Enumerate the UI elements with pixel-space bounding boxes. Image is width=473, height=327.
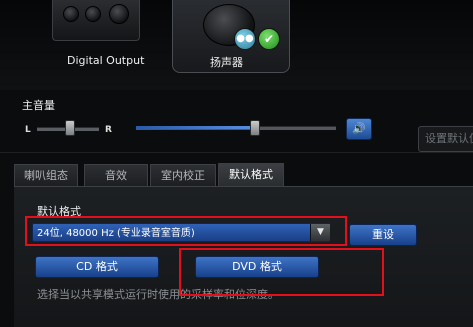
reset-button[interactable]: 重设 (349, 224, 417, 246)
master-volume-label: 主音量 (22, 99, 55, 112)
balance-right-label: R (105, 125, 112, 135)
mute-button[interactable]: 🔊 (346, 118, 372, 140)
cd-format-button[interactable]: CD 格式 (35, 256, 159, 278)
chevron-down-icon[interactable]: ▼ (310, 224, 330, 241)
jack-icon (85, 6, 101, 22)
tab-room-correction[interactable]: 室内校正 (150, 164, 216, 186)
default-format-label: 默认格式 (37, 205, 81, 218)
divider (0, 152, 473, 153)
set-default-button[interactable]: 设置默认值 (418, 126, 473, 152)
speaker-volume-icon: 🔊 (352, 122, 366, 135)
tab-default-format[interactable]: 默认格式 (218, 163, 284, 186)
format-select[interactable]: 24位, 48000 Hz (专业录音室音质) (32, 223, 330, 242)
balance-left-label: L (25, 125, 31, 135)
tab-effects[interactable]: 音效 (84, 164, 148, 186)
tab-speaker-config[interactable]: 喇叭组态 (14, 164, 78, 186)
hint-text: 选择当以共享模式运行时使用的采样率和位深度。 (37, 288, 279, 301)
check-icon: ✔ (258, 28, 280, 50)
jack-icon (109, 4, 129, 24)
chat-icon[interactable]: ●● (234, 28, 256, 50)
digital-output-label: Digital Output (67, 54, 145, 67)
volume-fill (136, 126, 256, 129)
jack-icon (63, 6, 79, 22)
volume-thumb[interactable] (250, 120, 260, 136)
speaker-label: 扬声器 (210, 56, 243, 69)
balance-thumb[interactable] (65, 120, 75, 136)
digital-output-device[interactable] (52, 0, 140, 41)
dvd-format-button[interactable]: DVD 格式 (195, 256, 319, 278)
